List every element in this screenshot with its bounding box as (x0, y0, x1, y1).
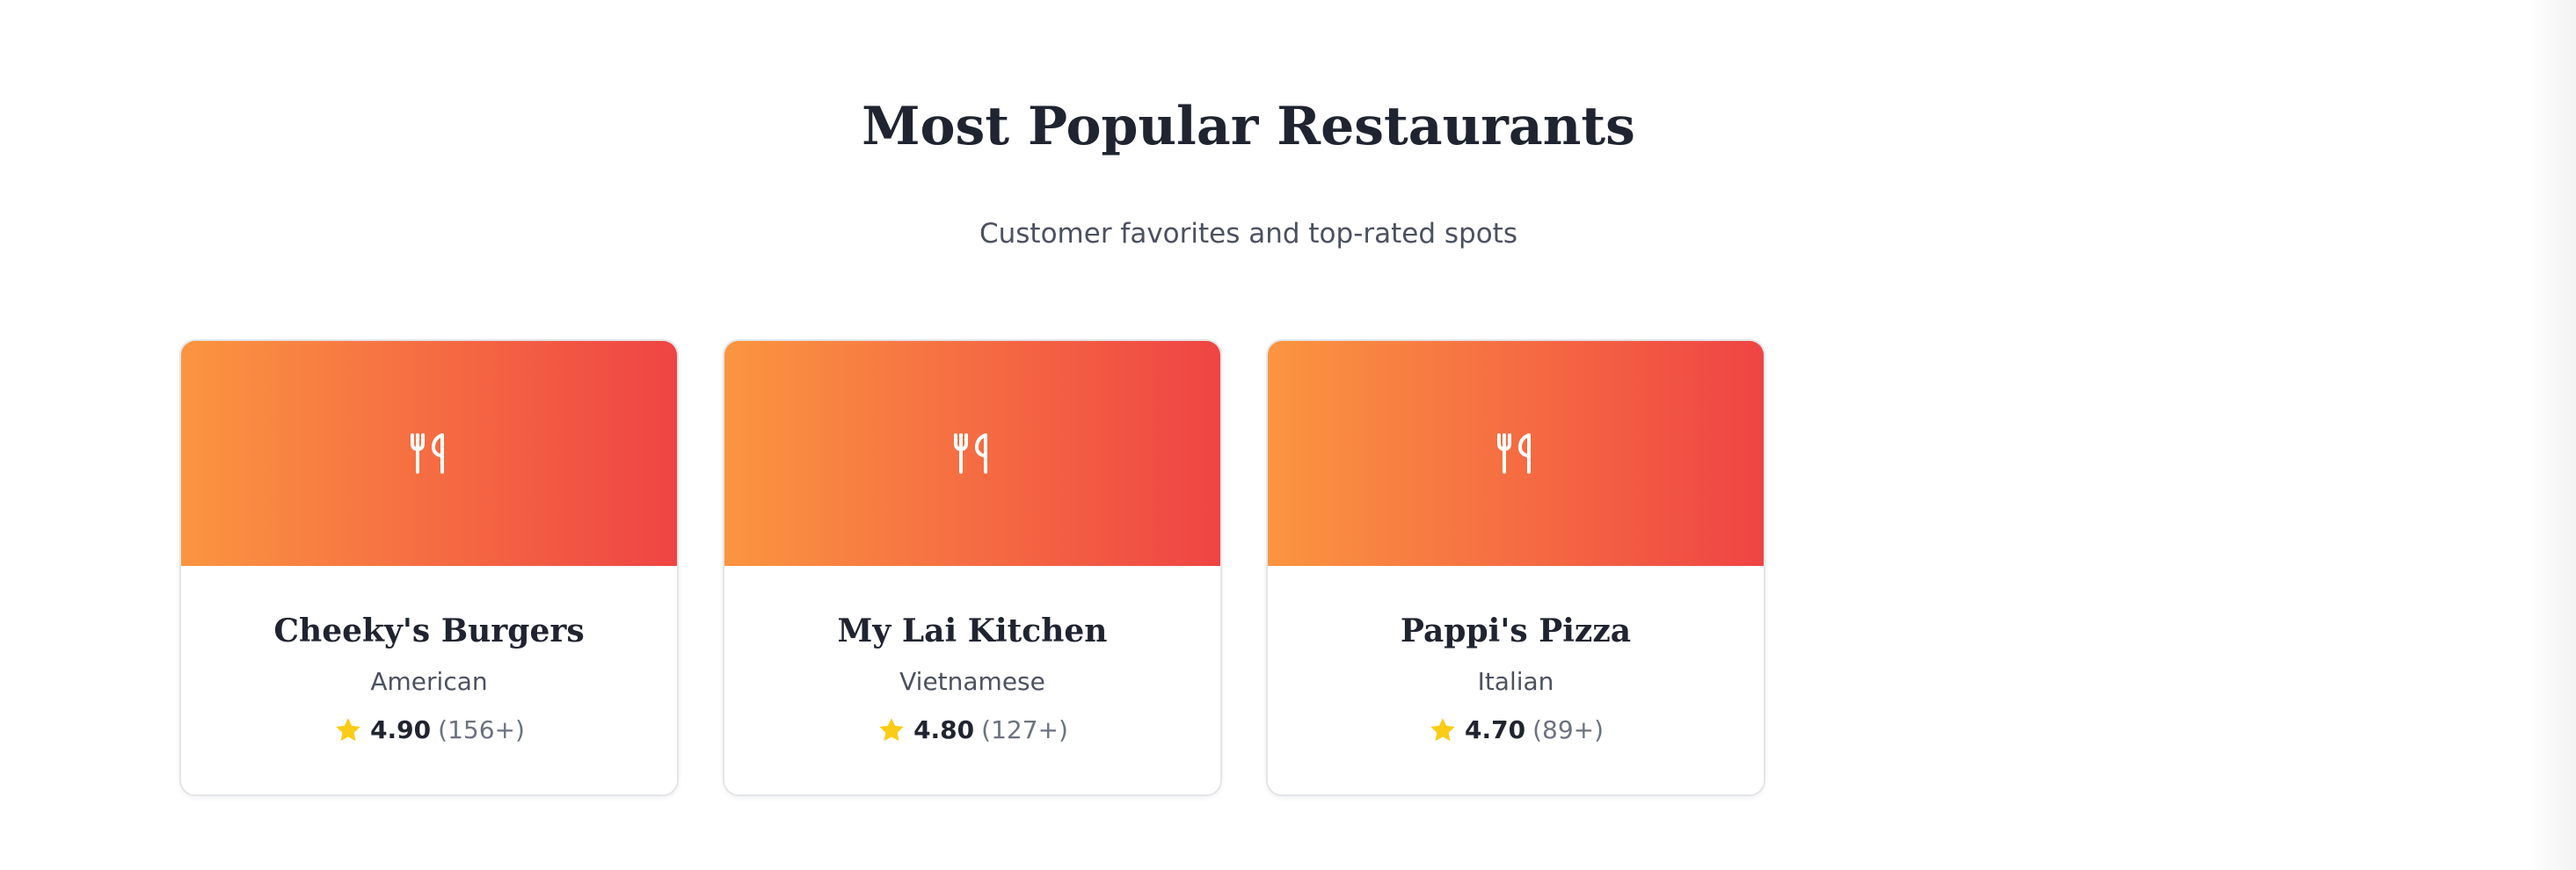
restaurant-card-cheekys-burgers[interactable]: Cheeky's Burgers American 4.90 (156+) (179, 339, 679, 796)
restaurant-cuisine: American (370, 667, 488, 696)
section-title: Most Popular Restaurants (862, 96, 1635, 157)
section-subtitle: Customer favorites and top-rated spots (979, 218, 1517, 250)
restaurant-rating: 4.70 (89+) (1268, 713, 1764, 748)
star-icon (877, 715, 906, 745)
restaurant-card-banner (724, 341, 1220, 566)
rating-value: 4.70 (1464, 715, 1526, 744)
restaurant-name: Cheeky's Burgers (273, 613, 585, 649)
review-count: (89+) (1532, 715, 1605, 744)
restaurant-card-body: Cheeky's Burgers American 4.90 (156+) (181, 566, 677, 748)
utensils-icon (409, 431, 449, 475)
restaurant-card-banner (181, 341, 677, 566)
restaurant-name: Pappi's Pizza (1400, 613, 1632, 649)
rating-value: 4.80 (913, 715, 975, 744)
restaurant-rating: 4.90 (156+) (181, 713, 677, 748)
review-count: (156+) (438, 715, 525, 744)
restaurant-card-body: Pappi's Pizza Italian 4.70 (89+) (1268, 566, 1764, 748)
review-count: (127+) (981, 715, 1068, 744)
restaurant-card-body: My Lai Kitchen Vietnamese 4.80 (127+) (724, 566, 1220, 748)
rating-value: 4.90 (370, 715, 432, 744)
restaurant-rating: 4.80 (127+) (724, 713, 1220, 748)
star-icon (1428, 715, 1458, 745)
star-icon (333, 715, 363, 745)
restaurant-cuisine: Vietnamese (899, 667, 1045, 696)
restaurant-card-banner (1268, 341, 1764, 566)
restaurant-card-my-lai-kitchen[interactable]: My Lai Kitchen Vietnamese 4.80 (127+) (723, 339, 1222, 796)
restaurant-name: My Lai Kitchen (837, 613, 1108, 649)
restaurant-card-list: Cheeky's Burgers American 4.90 (156+) My… (179, 339, 1765, 796)
restaurant-card-pappis-pizza[interactable]: Pappi's Pizza Italian 4.70 (89+) (1266, 339, 1765, 796)
page-edge-shade (2527, 0, 2576, 870)
restaurant-cuisine: Italian (1477, 667, 1554, 696)
utensils-icon (952, 431, 993, 475)
utensils-icon (1495, 431, 1536, 475)
